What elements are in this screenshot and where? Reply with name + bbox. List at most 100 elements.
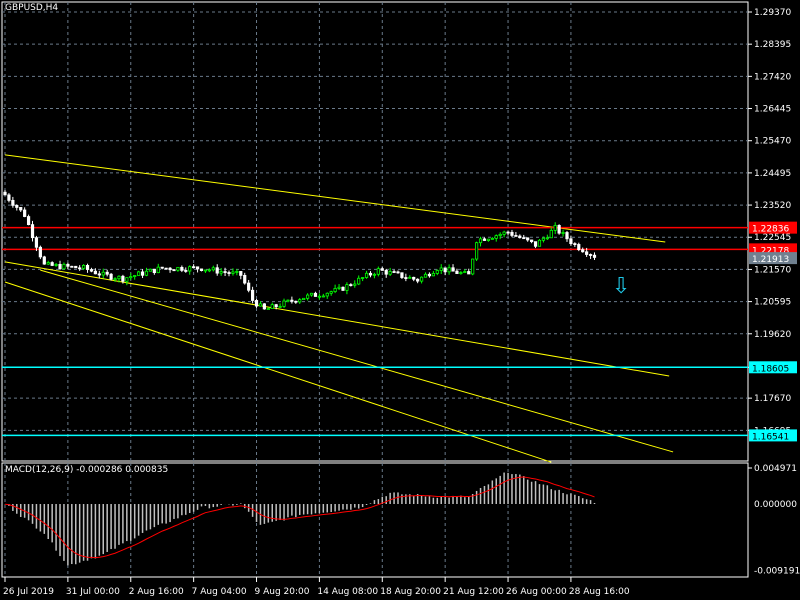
candle-body	[172, 269, 176, 272]
candle	[78, 265, 82, 271]
time-tick-label: 2 Aug 16:00	[129, 587, 184, 597]
candle-body	[443, 267, 447, 273]
candle-body	[156, 266, 160, 274]
candle	[129, 273, 133, 280]
price-tick-label: 1.17670	[754, 394, 791, 404]
price-tick-label: 1.23520	[754, 201, 791, 211]
candle-body	[427, 273, 432, 277]
candle	[125, 277, 129, 286]
price-chart[interactable]: 1.29370 1.28395 1.27420 1.26445 1.25470 1.244…	[0, 0, 800, 600]
candle	[302, 297, 306, 301]
candle	[172, 269, 176, 272]
candle	[262, 303, 266, 310]
time-tick-label: 31 Jul 00:00	[66, 587, 120, 597]
candle-body	[3, 191, 7, 196]
candle	[581, 247, 585, 253]
candle-body	[467, 271, 471, 275]
candle-body	[416, 278, 420, 282]
candle	[188, 265, 192, 275]
candle-body	[278, 305, 282, 308]
candle	[506, 231, 510, 236]
candle-body	[137, 271, 141, 276]
candle	[313, 291, 318, 297]
price-level-label: 1.16541	[752, 432, 789, 442]
candle	[70, 265, 74, 268]
candle-body	[541, 237, 546, 241]
candle-body	[376, 268, 380, 275]
candle	[247, 279, 251, 293]
candle-body	[361, 277, 365, 279]
candle-body	[7, 194, 11, 201]
candle	[317, 293, 322, 300]
time-tick-label: 26 Jul 2019	[3, 587, 54, 597]
candle	[447, 264, 451, 275]
candle-body	[274, 304, 278, 308]
candle	[26, 214, 31, 226]
candle	[486, 238, 490, 242]
candle	[199, 268, 204, 272]
price-tick-label: 1.19620	[754, 330, 791, 340]
candle-body	[459, 272, 463, 274]
candle	[286, 299, 290, 303]
candle	[530, 239, 534, 244]
candle-body	[121, 275, 125, 282]
candle	[30, 220, 35, 242]
candle-body	[400, 272, 404, 278]
candle-body	[545, 237, 549, 240]
candle	[11, 196, 15, 208]
price-tick-label: 1.25470	[754, 137, 791, 147]
down-arrow-icon: ⇩	[612, 274, 631, 299]
candle-body	[368, 272, 373, 276]
candle	[7, 193, 11, 203]
candle-body	[321, 295, 325, 298]
time-tick-label: 9 Aug 20:00	[255, 587, 310, 597]
candle	[97, 270, 101, 279]
candle	[549, 227, 553, 239]
candle-body	[129, 276, 133, 279]
candle-body	[70, 265, 74, 268]
candle	[400, 272, 404, 279]
candle-body	[34, 237, 39, 248]
candle	[526, 237, 530, 242]
candle-body	[522, 237, 526, 240]
candle	[62, 262, 66, 270]
time-tick-label: 14 Aug 08:00	[317, 587, 378, 597]
candle-body	[270, 304, 274, 309]
candle-body	[526, 237, 530, 241]
candle-body	[168, 267, 172, 271]
candle-body	[384, 270, 388, 275]
macd-axis-label: -0.009191	[754, 567, 800, 577]
candle-body	[199, 268, 204, 271]
candle-body	[565, 232, 569, 240]
candle	[176, 266, 180, 272]
candle-body	[309, 292, 314, 296]
candle	[184, 267, 188, 273]
candle	[435, 269, 439, 276]
price-tick-label: 1.22545	[754, 233, 791, 243]
candle	[561, 229, 565, 237]
candle-body	[97, 273, 101, 276]
candle	[3, 189, 7, 196]
candle	[494, 234, 498, 242]
candle	[384, 268, 388, 278]
candle-body	[203, 269, 208, 272]
candle	[215, 264, 219, 276]
candle-body	[15, 204, 19, 208]
price-tick-label: 1.29370	[754, 8, 791, 18]
candle-body	[404, 277, 408, 279]
candle-body	[211, 267, 215, 271]
macd-axis-label: 0.000000	[754, 500, 797, 510]
candle	[42, 255, 46, 265]
candle-body	[38, 246, 42, 258]
candle-body	[247, 282, 251, 291]
candle-body	[133, 275, 137, 277]
candle-body	[412, 276, 416, 280]
candle-body	[549, 229, 553, 239]
price-tick-label: 1.21570	[754, 265, 791, 275]
candle	[537, 239, 542, 247]
candle	[592, 252, 597, 260]
candle	[478, 236, 483, 247]
candle-body	[262, 303, 266, 310]
candle	[15, 204, 19, 211]
candle	[203, 269, 208, 273]
